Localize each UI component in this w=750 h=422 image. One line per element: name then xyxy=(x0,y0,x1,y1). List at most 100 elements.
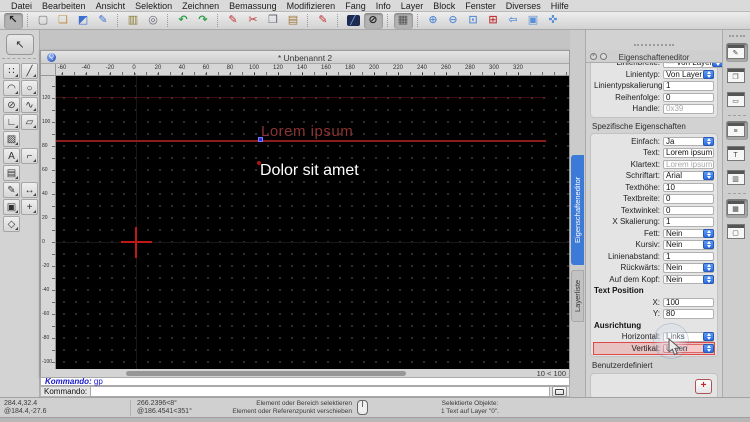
hatch-tool-button[interactable]: ▨ xyxy=(3,131,20,147)
view-settings-button[interactable]: ╱ xyxy=(344,13,363,29)
toggle-view-list-button[interactable]: ▭ xyxy=(726,91,748,110)
dropdown-arrows-icon[interactable] xyxy=(703,263,714,272)
menu-modifizieren[interactable]: Modifizieren xyxy=(282,1,341,11)
property-field-schriftart[interactable]: Arial xyxy=(663,171,714,181)
toggle-library-browser-button[interactable]: ▦ xyxy=(726,199,748,218)
block-tools-button[interactable]: ▣ xyxy=(3,199,20,215)
menu-diverses[interactable]: Diverses xyxy=(501,1,546,11)
dropdown-arrows-icon[interactable] xyxy=(703,332,714,341)
property-field-auf-dem-kopf[interactable]: Nein xyxy=(663,275,714,285)
image-tool-button[interactable]: ▤ xyxy=(3,165,20,181)
zoom-out-button[interactable]: ⊖ xyxy=(444,13,463,29)
toggle-layer-list-button[interactable]: ❐ xyxy=(726,67,748,86)
add-custom-property-button[interactable]: + xyxy=(695,379,712,394)
command-options-button[interactable] xyxy=(552,386,567,397)
selected-text-entity[interactable]: Lorem ipsum xyxy=(261,123,353,140)
dimension-tools-button[interactable]: ⌐ xyxy=(21,148,38,164)
drawing-window-titlebar[interactable]: Q * Unbenannt 2 xyxy=(41,51,569,64)
print-preview-button[interactable]: ◎ xyxy=(144,13,163,29)
dropdown-arrows-icon[interactable] xyxy=(703,171,714,180)
save-file-button[interactable]: ◩ xyxy=(74,13,93,29)
menu-ansicht[interactable]: Ansicht xyxy=(91,1,131,11)
point-tools-button[interactable]: ∷ xyxy=(3,63,20,79)
auto-zoom-button[interactable]: ⊡ xyxy=(464,13,483,29)
toggle-command-line-button[interactable]: ≡ xyxy=(726,121,748,140)
faint-entity-line[interactable] xyxy=(56,97,546,98)
horizontal-scrollbar[interactable] xyxy=(126,371,406,376)
save-as-button[interactable]: ✎ xyxy=(94,13,113,29)
dropdown-arrows-icon[interactable] xyxy=(703,70,714,79)
line-tools-button[interactable]: ╱ xyxy=(21,63,38,79)
property-field-y[interactable]: 80 xyxy=(663,309,714,319)
menu-layer[interactable]: Layer xyxy=(396,1,429,11)
selection-handle[interactable] xyxy=(258,137,263,142)
property-field-horizontal[interactable]: Links xyxy=(663,332,714,342)
property-field-x-skalierung[interactable]: 1 xyxy=(663,217,714,227)
tab-property-editor[interactable]: Eigenschafteneditor xyxy=(571,155,584,265)
zoom-window-button[interactable]: ⊞ xyxy=(484,13,503,29)
property-field-kursiv[interactable]: Nein xyxy=(663,240,714,250)
menu-bearbeiten[interactable]: Bearbeiten xyxy=(37,1,91,11)
menu-block[interactable]: Block xyxy=(428,1,460,11)
property-field-x[interactable]: 100 xyxy=(663,298,714,308)
command-input[interactable] xyxy=(90,386,550,397)
undo-button[interactable]: ↶ xyxy=(174,13,193,29)
pan-button[interactable]: ✜ xyxy=(544,13,563,29)
property-field-linientypskalierung[interactable]: 1 xyxy=(663,81,714,91)
paste-button[interactable]: ▤ xyxy=(284,13,303,29)
property-pen-button[interactable]: ✎ xyxy=(314,13,333,29)
dropdown-arrows-icon[interactable] xyxy=(703,275,714,284)
property-field-einfach[interactable]: Ja xyxy=(663,137,714,147)
previous-view-button[interactable]: ⇦ xyxy=(504,13,523,29)
property-field-rückwärts[interactable]: Nein xyxy=(663,263,714,273)
property-field-fett[interactable]: Nein xyxy=(663,229,714,239)
dropdown-arrows-icon[interactable] xyxy=(703,229,714,238)
property-field-klartext[interactable]: Lorem ipsum xyxy=(663,160,714,170)
tab-layer-list[interactable]: Layerliste xyxy=(571,270,584,322)
property-field-handle[interactable]: 0x39 xyxy=(663,104,714,114)
dock-drag-handle[interactable] xyxy=(729,35,745,37)
draw-pen-button[interactable]: ✎ xyxy=(224,13,243,29)
menu-bemassung[interactable]: Bemassung xyxy=(224,1,282,11)
open-file-button[interactable]: ❏ xyxy=(54,13,73,29)
draw-ellipse-off-button[interactable]: ⊘ xyxy=(364,13,383,29)
property-field-textwinkel[interactable]: 0 xyxy=(663,206,714,216)
toggle-font-browser-button[interactable]: T xyxy=(726,145,748,164)
print-button[interactable]: ▥ xyxy=(124,13,143,29)
dropdown-arrows-icon[interactable] xyxy=(703,137,714,146)
dropdown-arrows-icon[interactable] xyxy=(703,344,714,353)
text-entity[interactable]: Dolor sit amet xyxy=(260,162,359,180)
menu-datei[interactable]: Datei xyxy=(6,1,37,11)
panel-drag-handle[interactable] xyxy=(634,44,674,46)
property-field-textbreite[interactable]: 0 xyxy=(663,194,714,204)
dropdown-arrows-icon[interactable] xyxy=(703,240,714,249)
zoom-in-button[interactable]: ⊕ xyxy=(424,13,443,29)
zoom-selection-button[interactable]: ▣ xyxy=(524,13,543,29)
menu-fang[interactable]: Fang xyxy=(340,1,371,11)
arc-tools-button[interactable]: ◠ xyxy=(3,80,20,96)
new-file-button[interactable]: ▢ xyxy=(34,13,53,29)
menu-fenster[interactable]: Fenster xyxy=(460,1,501,11)
spline-tools-button[interactable]: ∿ xyxy=(21,97,38,113)
menu-selektion[interactable]: Selektion xyxy=(130,1,177,11)
snap-tools-button[interactable]: + xyxy=(21,199,38,215)
ellipse-tools-button[interactable]: ⊘ xyxy=(3,97,20,113)
toggle-property-editor-button[interactable]: ✎ xyxy=(726,43,748,62)
dropdown-arrows-icon[interactable] xyxy=(712,63,722,67)
property-field-text[interactable]: Lorem ipsum xyxy=(663,148,714,158)
drawing-canvas[interactable]: Lorem ipsum Dolor sit amet xyxy=(56,76,569,369)
property-field-vertikal[interactable]: Unten xyxy=(663,344,714,354)
modify-tools-button[interactable]: ✎ xyxy=(3,182,20,198)
menu-zeichnen[interactable]: Zeichnen xyxy=(177,1,224,11)
selection-tool-button[interactable]: ↖ xyxy=(4,13,23,29)
solid-tools-button[interactable]: ◇ xyxy=(3,216,20,232)
text-tool-button[interactable]: A xyxy=(3,148,20,164)
selected-line-entity[interactable] xyxy=(56,140,546,142)
palette-selection-tool-button[interactable]: ↖ xyxy=(6,34,34,55)
polyline-tools-button[interactable]: ∟ xyxy=(3,114,20,130)
property-field-linienabstand[interactable]: 1 xyxy=(663,252,714,262)
circle-tools-button[interactable]: ○ xyxy=(21,80,38,96)
toggle-clipboard-button[interactable]: ▢ xyxy=(726,223,748,242)
menu-info[interactable]: Info xyxy=(371,1,396,11)
toggle-block-list-button[interactable]: ▥ xyxy=(726,169,748,188)
